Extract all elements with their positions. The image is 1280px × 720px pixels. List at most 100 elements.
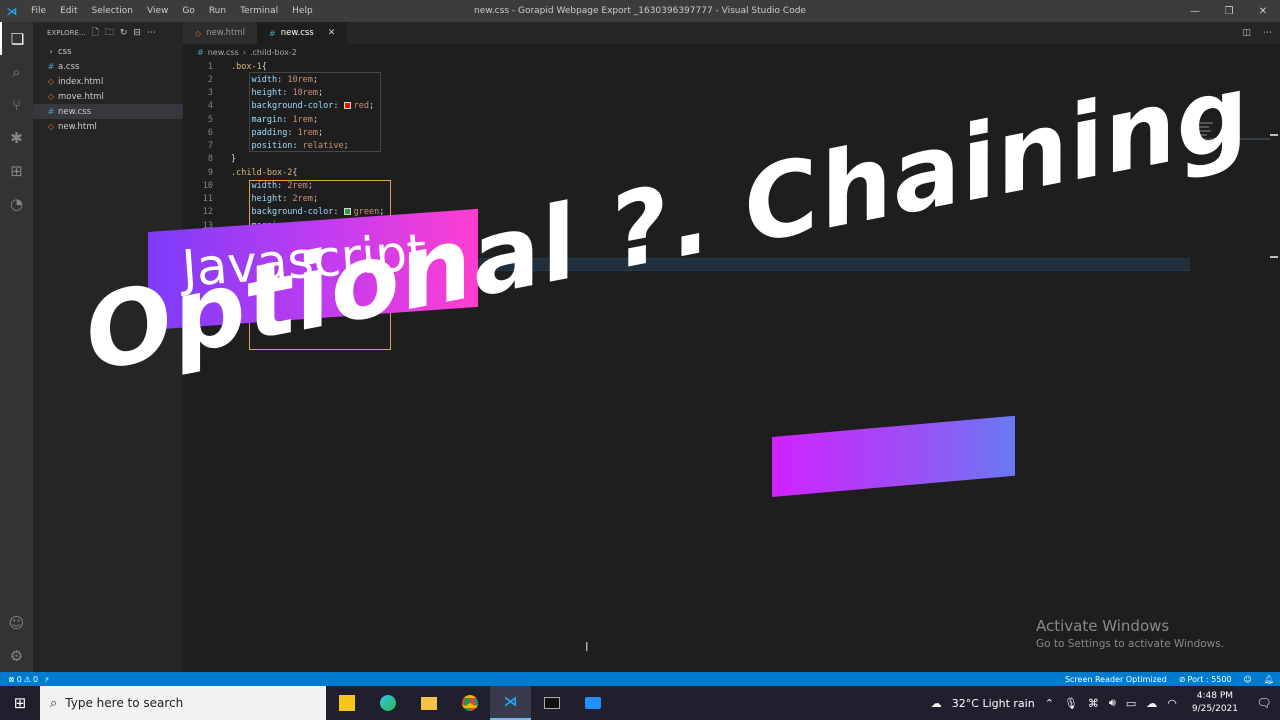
- weather-text[interactable]: 32°C Light rain: [947, 697, 1040, 710]
- warning-icon: ⚠: [23, 674, 31, 684]
- minimize-icon[interactable]: —: [1178, 0, 1212, 22]
- activate-windows-watermark: Activate Windows Go to Settings to activ…: [1036, 617, 1224, 650]
- microphone-icon[interactable]: 🎙︎: [1059, 697, 1083, 710]
- explorer-icon[interactable]: ❏: [0, 22, 33, 55]
- notification-icon[interactable]: 🗨︎: [1248, 696, 1280, 710]
- editor-tabs: ◇ new.html # new.css ✕ ◫ ⋯: [183, 22, 1280, 44]
- system-tray: ☁ 32°C Light rain ⌃ 🎙︎ ⌘ 🔊︎ ▭ ☁ ◠ 4:48 P…: [926, 686, 1280, 720]
- menu-terminal[interactable]: Terminal: [233, 6, 285, 16]
- activate-line-2: Go to Settings to activate Windows.: [1036, 638, 1225, 650]
- taskbar-clock[interactable]: 4:48 PM 9/25/2021: [1182, 690, 1248, 716]
- tree-item-new-html[interactable]: ◇ new.html: [33, 119, 183, 134]
- tree-item-label: index.html: [58, 76, 104, 87]
- search-placeholder: Type here to search: [65, 696, 184, 710]
- menu-run[interactable]: Run: [202, 6, 233, 16]
- code-text: height: 2rem;: [251, 194, 319, 205]
- code-text: background-color: red;: [251, 101, 375, 112]
- tree-item-new-css[interactable]: # new.css: [33, 104, 183, 119]
- code-text: width: 10rem;: [251, 74, 319, 85]
- more-icon[interactable]: ⋯: [147, 28, 156, 38]
- onedrive-icon[interactable]: ☁: [1141, 697, 1162, 710]
- code-line: 9 .child-box-2{: [183, 166, 483, 179]
- sticky-notes-icon[interactable]: [326, 686, 367, 720]
- close-tab-icon[interactable]: ✕: [328, 28, 336, 38]
- chevron-right-icon: ›: [49, 47, 53, 56]
- refresh-icon[interactable]: ↻: [120, 28, 128, 38]
- network-icon[interactable]: ⌘: [1083, 697, 1104, 710]
- tree-item-a-css[interactable]: # a.css: [33, 59, 183, 74]
- line-number: 10: [202, 180, 213, 191]
- source-control-icon[interactable]: ⑂: [0, 88, 33, 121]
- windows-taskbar: ⊞ ⌕ Type here to search ⋊ ☁ 32°C Light r…: [0, 686, 1280, 720]
- remote-icon[interactable]: ◔: [0, 187, 33, 220]
- activity-bar: ❏ ⌕ ⑂ ✱ ⊞ ◔ ☺ ⚙: [0, 22, 33, 672]
- code-line: 11 height: 2rem;: [183, 193, 483, 206]
- code-text: height: 10rem;: [251, 88, 324, 99]
- screen-reader-status[interactable]: Screen Reader Optimized: [1065, 675, 1167, 684]
- collapse-icon[interactable]: ⊟: [133, 28, 141, 38]
- more-actions-icon[interactable]: ⋯: [1263, 28, 1272, 38]
- line-number: 1: [207, 61, 213, 72]
- code-line: 10 width: 2rem;: [183, 179, 483, 192]
- new-folder-icon[interactable]: 🗀: [105, 25, 114, 41]
- line-number: 5: [207, 114, 213, 125]
- editor-scrollbar[interactable]: [1268, 120, 1280, 720]
- app-installer-icon[interactable]: [572, 686, 613, 720]
- split-editor-icon[interactable]: ◫: [1242, 28, 1251, 38]
- live-server-port[interactable]: ⊘ Port : 5500: [1179, 675, 1232, 684]
- tab-new-css[interactable]: # new.css ✕: [257, 22, 348, 44]
- html-file-icon: ◇: [47, 92, 55, 101]
- code-text: position: relative;: [251, 141, 349, 152]
- problems-indicator[interactable]: ⊗ 0 ⚠ 0: [8, 675, 38, 684]
- gear-icon[interactable]: ⚙: [0, 639, 33, 672]
- editor-actions: ◫ ⋯: [1242, 22, 1272, 44]
- code-text: margin: 1rem;: [251, 114, 319, 125]
- line-number: 12: [202, 207, 213, 218]
- tree-item-index-html[interactable]: ◇ index.html: [33, 74, 183, 89]
- menu-edit[interactable]: Edit: [53, 6, 84, 16]
- code-line: 1 .box-1{: [183, 60, 483, 73]
- account-icon[interactable]: ☺: [0, 606, 33, 639]
- bell-icon[interactable]: 🔔︎: [1264, 675, 1274, 684]
- color-swatch-icon[interactable]: [343, 208, 351, 216]
- search-icon[interactable]: ⌕: [0, 55, 33, 88]
- wifi-icon[interactable]: ◠: [1162, 697, 1182, 710]
- line-number: 8: [207, 154, 213, 165]
- color-swatch-icon[interactable]: [343, 102, 351, 110]
- line-number: 6: [207, 127, 213, 138]
- extensions-icon[interactable]: ⊞: [0, 154, 33, 187]
- breadcrumb-symbol[interactable]: .child-box-2: [250, 48, 297, 57]
- feedback-icon[interactable]: ☺: [1244, 675, 1252, 684]
- vscode-taskbar-icon[interactable]: ⋊: [490, 686, 531, 720]
- menu-help[interactable]: Help: [285, 6, 320, 16]
- tree-item-label: css: [58, 46, 72, 57]
- volume-icon[interactable]: 🔊︎: [1104, 696, 1121, 710]
- restore-icon[interactable]: ❐: [1212, 0, 1246, 22]
- error-count: 0: [16, 674, 22, 684]
- debug-icon[interactable]: ✱: [0, 121, 33, 154]
- chevron-up-icon[interactable]: ⌃: [1040, 697, 1059, 710]
- weather-cloud-icon[interactable]: ☁: [926, 697, 947, 710]
- menu-view[interactable]: View: [140, 6, 175, 16]
- tree-item-label: new.html: [58, 121, 97, 132]
- menu-go[interactable]: Go: [175, 6, 201, 16]
- live-share-icon[interactable]: ⚡: [44, 675, 50, 684]
- taskbar-search[interactable]: ⌕ Type here to search: [40, 686, 326, 720]
- clock-date: 9/25/2021: [1191, 704, 1238, 714]
- breadcrumb-file[interactable]: new.css: [208, 48, 239, 57]
- terminal-icon[interactable]: [531, 686, 572, 720]
- windows-start-icon[interactable]: ⊞: [0, 686, 40, 720]
- code-line: 5 margin: 1rem;: [183, 113, 483, 126]
- tree-item-move-html[interactable]: ◇ move.html: [33, 89, 183, 104]
- file-explorer-icon[interactable]: [408, 686, 449, 720]
- menu-selection[interactable]: Selection: [85, 6, 140, 16]
- close-window-icon[interactable]: ✕: [1246, 0, 1280, 22]
- tab-new-html[interactable]: ◇ new.html: [183, 22, 258, 44]
- new-file-icon[interactable]: 🗋: [92, 25, 99, 41]
- battery-icon[interactable]: ▭: [1121, 697, 1141, 710]
- tree-item-css-folder[interactable]: › css: [33, 44, 183, 59]
- edge-browser-icon[interactable]: [367, 686, 408, 720]
- explorer-header: EXPLORE... 🗋 🗀 ↻ ⊟ ⋯: [33, 22, 183, 44]
- menu-file[interactable]: File: [24, 6, 53, 16]
- chrome-icon[interactable]: [449, 686, 490, 720]
